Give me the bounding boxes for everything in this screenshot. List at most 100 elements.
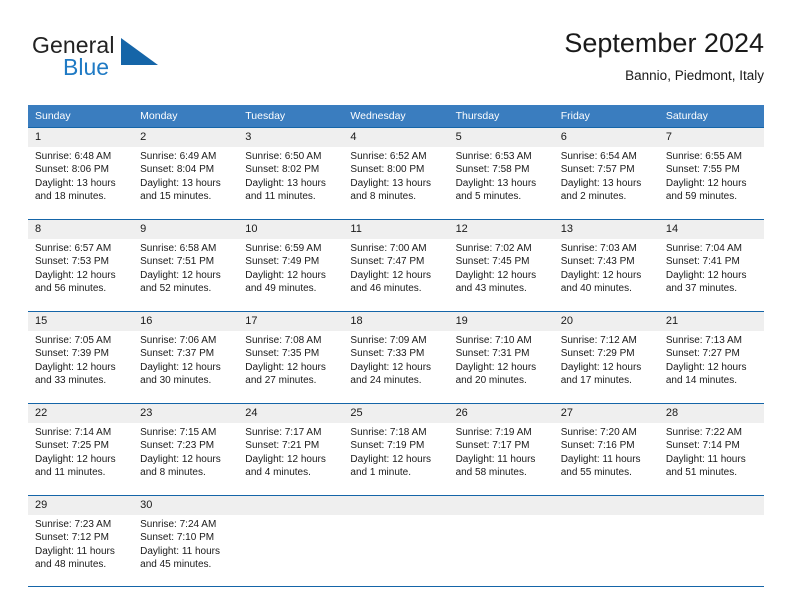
page-header: General Blue September 2024 Bannio, Pied… [28,26,764,98]
day-cell[interactable]: Sunrise: 7:02 AM Sunset: 7:45 PM Daylight:… [448,239,554,312]
sunrise-text: Sunrise: 7:12 AM [560,335,637,346]
sunrise-text: Sunrise: 7:03 AM [560,243,637,254]
daylight-text: Daylight: 12 hours and 20 minutes. [455,361,537,387]
daylight-text: Daylight: 12 hours and 30 minutes. [140,361,221,387]
day-cell[interactable]: Sunrise: 6:55 AM Sunset: 7:55 PM Daylight:… [658,147,764,220]
day-number[interactable]: 23 [133,403,239,423]
day-cell[interactable]: Sunrise: 7:14 AM Sunset: 7:25 PM Daylight:… [28,423,134,496]
day-cell[interactable]: Sunrise: 6:57 AM Sunset: 7:53 PM Daylight:… [28,239,134,312]
day-number[interactable]: 2 [133,127,239,147]
day-cell[interactable]: Sunrise: 6:49 AM Sunset: 8:04 PM Daylight:… [133,147,239,220]
day-number[interactable]: 1 [28,127,134,147]
day-cell[interactable]: Sunrise: 7:15 AM Sunset: 7:23 PM Daylight:… [133,423,239,496]
day-cell[interactable]: Sunrise: 7:03 AM Sunset: 7:43 PM Daylight:… [553,239,659,312]
sunset-text: Sunset: 7:23 PM [140,440,215,452]
day-number[interactable]: 17 [238,311,344,331]
sunrise-text: Sunrise: 7:06 AM [140,335,217,346]
day-cell[interactable]: Sunrise: 6:52 AM Sunset: 8:00 PM Daylight:… [343,147,449,220]
day-number[interactable]: 16 [133,311,239,331]
daylight-text: Daylight: 13 hours and 8 minutes. [350,177,432,203]
daylight-text: Daylight: 12 hours and 46 minutes. [350,269,432,295]
day-cell[interactable]: Sunrise: 7:05 AM Sunset: 7:39 PM Daylight:… [28,331,134,404]
sunset-text: Sunset: 7:14 PM [665,440,740,452]
day-number[interactable]: 29 [28,495,134,515]
day-number[interactable]: 7 [658,127,764,147]
daylight-text: Daylight: 11 hours and 55 minutes. [560,453,641,479]
week-daynumber-row: 1234567 [28,127,764,147]
day-number[interactable]: 3 [238,127,344,147]
day-number[interactable]: 8 [28,219,134,239]
day-number[interactable]: 24 [238,403,344,423]
day-number[interactable]: 21 [658,311,764,331]
daylight-text: Daylight: 12 hours and 24 minutes. [350,361,432,387]
week-daynumber-row: 29 30 [28,495,764,515]
day-cell[interactable]: Sunrise: 7:08 AM Sunset: 7:35 PM Daylight:… [238,331,344,404]
day-number[interactable]: 9 [133,219,239,239]
sunset-text: Sunset: 7:12 PM [35,532,109,544]
day-number[interactable]: 12 [448,219,554,239]
day-number[interactable]: 11 [343,219,449,239]
day-number[interactable]: 20 [553,311,659,331]
day-number[interactable]: 4 [343,127,449,147]
day-number[interactable]: 5 [448,127,554,147]
day-cell[interactable]: Sunrise: 7:12 AM Sunset: 7:29 PM Daylight:… [553,331,659,404]
day-number[interactable]: 27 [553,403,659,423]
sunset-text: Sunset: 7:43 PM [560,256,635,268]
day-cell[interactable]: Sunrise: 6:50 AM Sunset: 8:02 PM Daylight:… [238,147,344,220]
day-number-empty [238,495,344,515]
day-cell-empty [238,515,344,587]
sunset-text: Sunset: 7:53 PM [35,256,109,268]
day-number[interactable]: 14 [658,219,764,239]
day-number[interactable]: 26 [448,403,554,423]
day-cell[interactable]: Sunrise: 7:18 AM Sunset: 7:19 PM Daylight:… [343,423,449,496]
weekday-header-tuesday: Tuesday [238,105,344,128]
daylight-text: Daylight: 13 hours and 11 minutes. [245,177,326,203]
day-cell[interactable]: Sunrise: 7:13 AM Sunset: 7:27 PM Daylight:… [658,331,764,404]
day-number[interactable]: 13 [553,219,659,239]
day-cell[interactable]: Sunrise: 7:04 AM Sunset: 7:41 PM Daylight:… [658,239,764,312]
calendar-body: 1 2 3 4 5 6 7 Sunrise: 6:48 AM Sunset: 8:06 PM Da… [28,127,764,587]
day-cell[interactable]: Sunrise: 6:58 AM Sunset: 7:51 PM Daylight:… [133,239,239,312]
sunset-text: Sunset: 7:39 PM [35,348,109,360]
day-number[interactable]: 18 [343,311,449,331]
day-cell-empty [658,515,764,587]
day-cell[interactable]: Sunrise: 7:24 AM Sunset: 7:10 PM Daylight:… [133,515,239,587]
day-number[interactable]: 6 [553,127,659,147]
day-cell[interactable]: Sunrise: 6:54 AM Sunset: 7:57 PM Daylight:… [553,147,659,220]
day-number[interactable]: 10 [238,219,344,239]
daylight-text: Daylight: 12 hours and 33 minutes. [35,361,116,387]
day-cell[interactable]: Sunrise: 6:59 AM Sunset: 7:49 PM Daylight:… [238,239,344,312]
day-cell[interactable]: Sunrise: 6:48 AM Sunset: 8:06 PM Daylight:… [28,147,134,220]
day-number[interactable]: 22 [28,403,134,423]
daylight-text: Daylight: 13 hours and 18 minutes. [35,177,116,203]
weekday-header-thursday: Thursday [448,105,554,128]
day-cell[interactable]: Sunrise: 7:17 AM Sunset: 7:21 PM Daylight:… [238,423,344,496]
sunrise-text: Sunrise: 6:58 AM [140,243,217,254]
day-number[interactable]: 15 [28,311,134,331]
day-cell[interactable]: Sunrise: 7:00 AM Sunset: 7:47 PM Daylight:… [343,239,449,312]
day-number[interactable]: 25 [343,403,449,423]
day-cell[interactable]: Sunrise: 7:09 AM Sunset: 7:33 PM Daylight:… [343,331,449,404]
daylight-text: Daylight: 11 hours and 48 minutes. [35,545,115,571]
general-blue-logo: General Blue [32,32,212,88]
day-cell[interactable]: Sunrise: 7:19 AM Sunset: 7:17 PM Daylight:… [448,423,554,496]
sunrise-text: Sunrise: 6:49 AM [140,151,217,162]
week-detail-row: Sunrise: 7:23 AM Sunset: 7:12 PM Daylight:… [28,515,764,587]
sunrise-text: Sunrise: 6:52 AM [350,151,427,162]
day-number[interactable]: 30 [133,495,239,515]
day-cell[interactable]: Sunrise: 7:23 AM Sunset: 7:12 PM Daylight:… [28,515,134,587]
week-daynumber-row: 8 9 10 11 12 13 14 [28,219,764,239]
day-number[interactable]: 28 [658,403,764,423]
sunset-text: Sunset: 7:25 PM [35,440,109,452]
daylight-text: Daylight: 12 hours and 14 minutes. [665,361,747,387]
sunset-text: Sunset: 8:04 PM [140,164,215,176]
daylight-text: Daylight: 12 hours and 52 minutes. [140,269,221,295]
day-cell[interactable]: Sunrise: 7:06 AM Sunset: 7:37 PM Daylight:… [133,331,239,404]
day-number[interactable]: 19 [448,311,554,331]
day-cell[interactable]: Sunrise: 7:10 AM Sunset: 7:31 PM Daylight:… [448,331,554,404]
daylight-text: Daylight: 11 hours and 58 minutes. [455,453,536,479]
day-cell[interactable]: Sunrise: 7:20 AM Sunset: 7:16 PM Daylight:… [553,423,659,496]
daylight-text: Daylight: 12 hours and 40 minutes. [560,269,642,295]
day-cell[interactable]: Sunrise: 6:53 AM Sunset: 7:58 PM Daylight:… [448,147,554,220]
day-cell[interactable]: Sunrise: 7:22 AM Sunset: 7:14 PM Daylight:… [658,423,764,496]
